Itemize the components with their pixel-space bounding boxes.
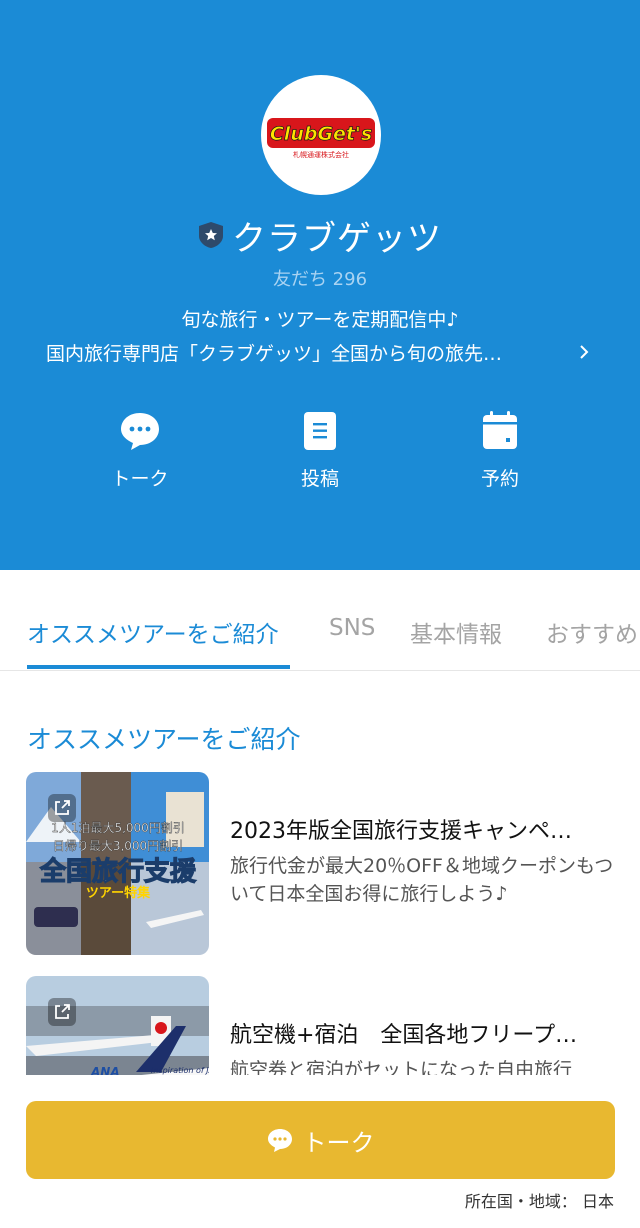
active-tab-indicator [27, 665, 290, 669]
svg-text:日帰り最大3,000円割引: 日帰り最大3,000円割引 [53, 838, 183, 853]
friends-count: 友だち 296 [272, 269, 368, 290]
tour-card[interactable]: 1人1泊最大5,000円割引 日帰り最大3,000円割引 全国旅行支援 ツアー特… [26, 772, 616, 955]
external-link-icon [48, 998, 76, 1026]
talk-button-label: トーク [302, 1128, 375, 1157]
chevron-right-icon[interactable] [572, 339, 596, 365]
club-gets-logo: ClubGet's 札幌通運株式会社 [267, 118, 375, 159]
tab-sns[interactable]: SNS [329, 615, 375, 641]
tour-card-title: 2023年版全国旅行支援キャンペ… [230, 819, 572, 844]
region-info: 所在国・地域： 日本 [464, 1192, 614, 1211]
document-icon [304, 412, 336, 450]
external-link-icon [48, 794, 76, 822]
account-name-row: クラブゲッツ [0, 210, 640, 260]
star-shield-icon [199, 222, 223, 248]
svg-text:札幌通運株式会社: 札幌通運株式会社 [293, 150, 349, 159]
tour-card-title: 航空機+宿泊 全国各地フリープ… [230, 1023, 578, 1048]
action-talk[interactable]: トーク [80, 410, 200, 500]
calendar-icon [483, 411, 517, 449]
svg-text:ツアー特集: ツアー特集 [86, 885, 151, 901]
tab-basic-info[interactable]: 基本情報 [410, 615, 502, 649]
tour-card-description: 旅行代金が最大20％OFF＆地域クーポンもついて日本全国お得に旅行しよう♪ [230, 855, 614, 905]
account-name: クラブゲッツ [232, 218, 442, 259]
chat-bubble-icon [267, 1129, 292, 1152]
svg-text:Inspiration of JAPAN: Inspiration of JAPAN [151, 1066, 209, 1075]
action-reserve-label: 予約 [480, 468, 519, 490]
svg-text:ClubGet's: ClubGet's [270, 123, 372, 145]
profile-header: ClubGet's 札幌通運株式会社 クラブゲッツ 友だち 296 旬な旅行・ツ… [0, 0, 640, 570]
svg-text:1人1泊最大5,000円割引: 1人1泊最大5,000円割引 [51, 820, 185, 835]
action-talk-label: トーク [111, 468, 169, 490]
description-line-2[interactable]: 国内旅行専門店「クラブゲッツ」全国から旬の旅先… [46, 339, 566, 366]
action-post-label: 投稿 [300, 468, 339, 490]
svg-text:全国旅行支援: 全国旅行支援 [39, 856, 197, 887]
avatar[interactable]: ClubGet's 札幌通運株式会社 [261, 75, 381, 195]
action-reserve[interactable]: 予約 [440, 410, 560, 500]
tab-recommended-tours[interactable]: オススメツアーをご紹介 [27, 615, 279, 649]
description-line-1: 旬な旅行・ツアーを定期配信中♪ [181, 309, 459, 331]
chat-bubble-icon [121, 413, 159, 450]
talk-button[interactable]: トーク [26, 1101, 615, 1179]
section-title: オススメツアーをご紹介 [27, 725, 301, 754]
tour-thumbnail: 1人1泊最大5,000円割引 日帰り最大3,000円割引 全国旅行支援 ツアー特… [26, 772, 209, 955]
action-post[interactable]: 投稿 [260, 410, 380, 500]
tab-recommend[interactable]: おすすめ [546, 615, 638, 649]
tab-bar: オススメツアーをご紹介 SNS 基本情報 おすすめ [0, 570, 640, 671]
